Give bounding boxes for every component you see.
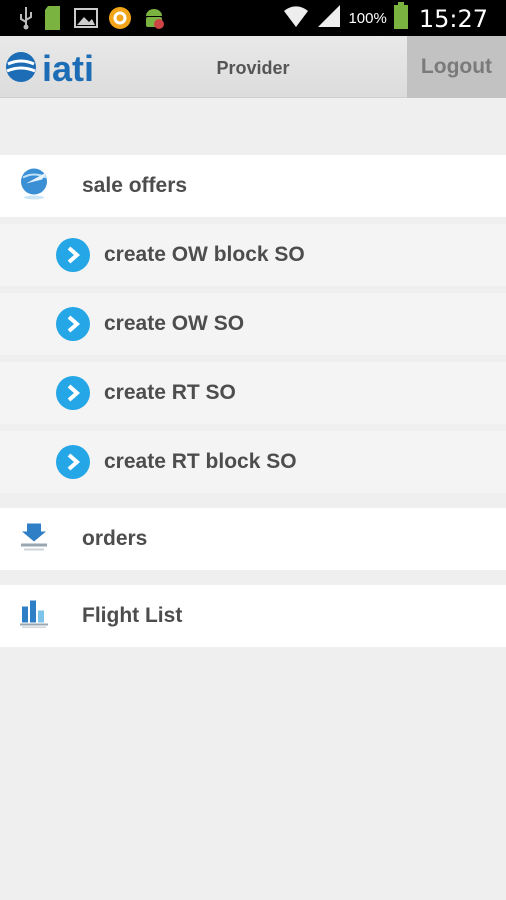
chevron-right-icon [56,445,90,479]
submenu-item-label: create OW block SO [104,243,305,266]
clock: 15:27 [418,4,488,33]
chevron-right-icon [56,376,90,410]
menu-item-label: Flight List [82,604,183,627]
submenu-item-label: create RT block SO [104,450,297,473]
android-debug-icon [142,6,166,35]
image-icon [74,7,98,34]
submenu-item-create-rt-so[interactable]: create RT SO [0,362,506,424]
sd-card-icon [44,5,64,36]
submenu-item-label: create OW SO [104,312,245,335]
battery-icon [393,2,409,35]
submenu-item-label: create RT SO [104,381,236,404]
signal-icon [316,3,342,34]
chevron-right-icon [56,307,90,341]
bar-chart-icon [18,599,50,634]
status-bar: 100% 15:27 [0,0,506,36]
menu-item-flight-list[interactable]: Flight List [0,585,506,647]
menu-item-orders[interactable]: orders [0,508,506,570]
menu-item-label: sale offers [82,174,188,197]
wifi-icon [282,3,310,34]
app-header: iati Provider Logout [0,36,506,98]
usb-icon [18,6,34,35]
submenu-item-create-ow-so[interactable]: create OW SO [0,293,506,355]
app-notification-icon [108,6,132,35]
menu-item-label: orders [82,527,148,550]
logout-button[interactable]: Logout [407,36,506,98]
submenu-item-create-rt-block-so[interactable]: create RT block SO [0,431,506,493]
chevron-right-icon [56,238,90,272]
submenu-item-create-ow-block-so[interactable]: create OW block SO [0,224,506,286]
globe-plane-icon [18,166,52,207]
download-tray-icon [18,522,50,557]
battery-percent: 100% [348,10,387,27]
menu-item-sale-offers[interactable]: sale offers [0,155,506,217]
